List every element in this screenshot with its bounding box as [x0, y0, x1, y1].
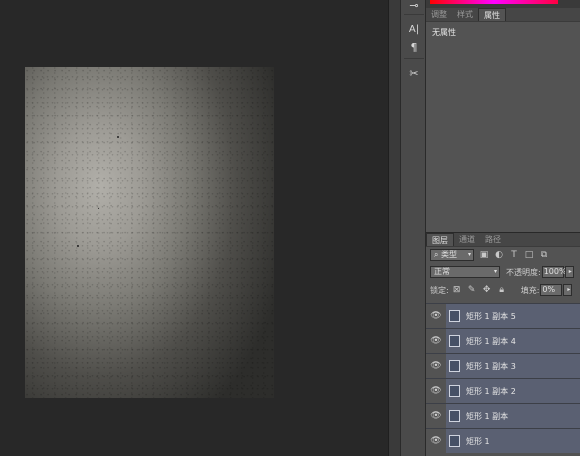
chevron-right-icon: ▸ [568, 268, 572, 275]
layer-name[interactable]: 矩形 1 副本 4 [466, 336, 516, 347]
eye-icon[interactable]: 👁︎ [426, 404, 446, 428]
blend-opacity-row: 正常 ▾ 不透明度: 100% ▸ [426, 263, 580, 281]
layer-filter-row: ⌕ 类型 ▾ ▣ ◐ T □ ⧉ [426, 247, 580, 263]
type-filter-icon[interactable]: T [509, 250, 519, 260]
lock-label: 锁定: [430, 285, 449, 295]
panel-tool-column: ⊸ A| ¶ ✂ [400, 0, 426, 456]
smart-object-filter-icon[interactable]: ⧉ [539, 250, 549, 260]
layer-row[interactable]: 👁︎ 矩形 1 副本 2 [426, 378, 580, 403]
layer-thumbnail [449, 360, 460, 372]
lock-fill-row: 锁定: ⊠ ✎ ✥ 🔒︎ 填充: 0% ▸ [426, 281, 580, 299]
layer-name[interactable]: 矩形 1 副本 5 [466, 311, 516, 322]
chevron-down-icon: ▾ [467, 251, 471, 258]
layer-thumbnail [449, 335, 460, 347]
shape-filter-icon[interactable]: □ [524, 250, 534, 260]
tab-layers[interactable]: 图层 [426, 233, 454, 246]
properties-panel: 调整 样式 属性 无属性 [426, 0, 580, 232]
opacity-input[interactable]: 100% [541, 266, 567, 278]
layer-name[interactable]: 矩形 1 副本 3 [466, 361, 516, 372]
layer-row[interactable]: 👁︎ 矩形 1 副本 3 [426, 353, 580, 378]
chevron-right-icon: ▸ [567, 286, 571, 293]
blend-mode-value: 正常 [434, 267, 450, 276]
layer-thumbnail [449, 310, 460, 322]
eye-icon[interactable]: 👁︎ [426, 304, 446, 328]
search-icon: ⌕ [434, 250, 439, 259]
layer-thumbnail [449, 435, 460, 447]
eye-icon[interactable]: 👁︎ [426, 379, 446, 403]
tool-presets-icon[interactable]: ✂ [404, 64, 424, 82]
lock-all-icon[interactable]: 🔒︎ [497, 285, 507, 295]
layers-list: 👁︎ 矩形 1 副本 5 👁︎ 矩形 1 副本 4 👁︎ 矩形 1 副本 3 👁… [426, 303, 580, 456]
adjustment-filter-icon[interactable]: ◐ [494, 250, 504, 260]
layer-row[interactable]: 👁︎ 矩形 1 副本 5 [426, 303, 580, 328]
canvas-area[interactable] [0, 0, 388, 456]
canvas-speck [98, 208, 99, 209]
lock-transparency-icon[interactable]: ⊠ [452, 285, 462, 295]
filter-kind-value: 类型 [441, 250, 458, 259]
no-properties-message: 无属性 [432, 28, 456, 37]
lock-image-pixels-icon[interactable]: ✎ [467, 285, 477, 295]
lock-position-icon[interactable]: ✥ [482, 285, 492, 295]
tool-divider [404, 14, 424, 15]
pixel-filter-icon[interactable]: ▣ [479, 250, 489, 260]
layer-name[interactable]: 矩形 1 副本 [466, 411, 508, 422]
properties-tabs: 调整 样式 属性 [426, 8, 580, 22]
chevron-down-icon: ▾ [493, 268, 497, 275]
layer-thumbnail [449, 410, 460, 422]
fill-label: 填充: [520, 285, 540, 295]
layers-tabs: 图层 通道 路径 [426, 233, 580, 247]
layers-panel: 图层 通道 路径 ⌕ 类型 ▾ ▣ ◐ T □ ⧉ 正常 ▾ 不透明度: 100… [426, 233, 580, 456]
canvas-speck [117, 136, 119, 138]
type-icon[interactable]: A| [404, 20, 424, 38]
pin-icon[interactable]: ⊸ [404, 0, 424, 14]
layer-row[interactable]: 👁︎ 矩形 1 副本 4 [426, 328, 580, 353]
fill-input[interactable]: 0% [540, 284, 563, 296]
blend-mode-select[interactable]: 正常 ▾ [430, 266, 500, 278]
layer-name[interactable]: 矩形 1 副本 2 [466, 386, 516, 397]
eye-icon[interactable]: 👁︎ [426, 329, 446, 353]
tool-divider [404, 58, 424, 59]
fill-dropdown-button[interactable]: ▸ [563, 284, 573, 296]
layer-row[interactable]: 👁︎ 矩形 1 [426, 428, 580, 453]
tab-paths[interactable]: 路径 [480, 233, 506, 246]
canvas-speck [77, 245, 79, 247]
paragraph-icon[interactable]: ¶ [404, 38, 424, 56]
opacity-label: 不透明度: [506, 267, 541, 277]
opacity-dropdown-button[interactable]: ▸ [564, 266, 574, 278]
tab-channels[interactable]: 通道 [454, 233, 480, 246]
filter-kind-select[interactable]: ⌕ 类型 ▾ [430, 249, 474, 261]
tab-properties[interactable]: 属性 [478, 8, 506, 21]
layer-thumbnail [449, 385, 460, 397]
layer-row[interactable]: 👁︎ 矩形 1 副本 [426, 403, 580, 428]
tab-styles[interactable]: 样式 [452, 8, 478, 21]
tab-adjustments[interactable]: 调整 [426, 8, 452, 21]
color-spectrum-bar[interactable] [430, 0, 558, 4]
eye-icon[interactable]: 👁︎ [426, 429, 446, 453]
layer-name[interactable]: 矩形 1 [466, 436, 490, 447]
canvas-vertical-scrollbar[interactable] [388, 0, 400, 456]
eye-icon[interactable]: 👁︎ [426, 354, 446, 378]
document-canvas[interactable] [25, 67, 274, 398]
photoshop-window: ⊸ A| ¶ ✂ 调整 样式 属性 无属性 图层 通道 路径 ⌕ 类型 ▾ ▣ [0, 0, 580, 456]
